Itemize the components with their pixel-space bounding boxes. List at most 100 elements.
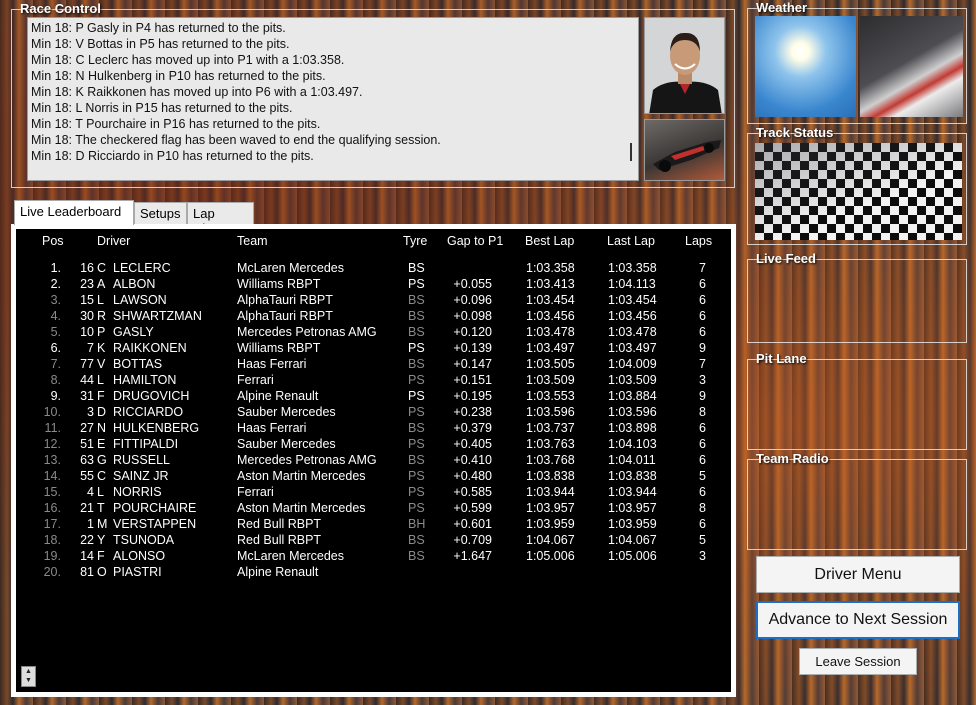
- row-last-lap: 1:03.884: [608, 389, 657, 403]
- row-position: 2.: [50, 277, 61, 291]
- row-last-lap: 1:03.596: [608, 405, 657, 419]
- row-driver-initial: P: [97, 325, 106, 339]
- row-laps: 6: [699, 421, 706, 435]
- row-tyre: BS: [408, 421, 425, 435]
- leaderboard-row[interactable]: 5. 10 P GASLY Mercedes Petronas AMG BS +0.120 1…: [16, 324, 731, 340]
- leaderboard-header: Pos Driver Team Tyre Gap to P1 Best Lap …: [16, 234, 731, 250]
- leaderboard-row[interactable]: 8. 44 L HAMILTON Ferrari PS +0.151 1:03.509 1:03…: [16, 372, 731, 388]
- team-radio-panel: Team Radio: [747, 451, 967, 550]
- row-driver-name: NORRIS: [113, 485, 162, 499]
- row-position: 8.: [50, 373, 61, 387]
- row-tyre: PS: [408, 389, 425, 403]
- spinner-up-icon[interactable]: ▲: [22, 667, 35, 676]
- row-laps: 6: [699, 453, 706, 467]
- leaderboard-row[interactable]: 4. 30 R SHWARTZMAN AlphaTauri RBPT BS +0.098 1:…: [16, 308, 731, 324]
- row-gap: +0.410: [453, 453, 492, 467]
- leaderboard-row[interactable]: 6. 7 K RAIKKONEN Williams RBPT PS +0.139 1:03.4…: [16, 340, 731, 356]
- row-last-lap: 1:03.838: [608, 469, 657, 483]
- leaderboard-row[interactable]: 19. 14 F ALONSO McLaren Mercedes BS +1.647 1:05…: [16, 548, 731, 564]
- row-position: 20.: [43, 565, 61, 579]
- leaderboard-row[interactable]: 9. 31 F DRUGOVICH Alpine Renault PS +0.195 1:03…: [16, 388, 731, 404]
- leaderboard-row[interactable]: 12. 51 E FITTIPALDI Sauber Mercedes PS +0.405 1…: [16, 436, 731, 452]
- row-driver-name: DRUGOVICH: [113, 389, 190, 403]
- race-message: Min 18: The checkered flag has been wave…: [31, 133, 441, 147]
- row-car-number: 16: [80, 261, 94, 275]
- row-last-lap: 1:03.497: [608, 341, 657, 355]
- row-driver-name: FITTIPALDI: [113, 437, 179, 451]
- leaderboard-row[interactable]: 3. 15 L LAWSON AlphaTauri RBPT BS +0.096 1:03.4…: [16, 292, 731, 308]
- advance-session-button[interactable]: Advance to Next Session: [756, 601, 960, 639]
- row-gap: +0.405: [453, 437, 492, 451]
- leaderboard-row[interactable]: 7. 77 V BOTTAS Haas Ferrari BS +0.147 1:03.505 1…: [16, 356, 731, 372]
- row-best-lap: 1:03.763: [526, 437, 575, 451]
- row-last-lap: 1:04.011: [608, 453, 656, 467]
- row-driver-initial: L: [97, 485, 104, 499]
- row-driver-initial: N: [97, 421, 107, 435]
- row-last-lap: 1:03.944: [608, 485, 657, 499]
- leaderboard-row[interactable]: 20. 81 O PIASTRI Alpine Renault: [16, 564, 731, 580]
- row-tyre: BS: [408, 357, 425, 371]
- row-position: 16.: [43, 501, 61, 515]
- race-control-title: Race Control: [20, 1, 101, 16]
- row-gap: +0.139: [453, 341, 492, 355]
- row-team: Mercedes Petronas AMG: [237, 325, 377, 339]
- row-gap: +0.238: [453, 405, 492, 419]
- row-last-lap: 1:05.006: [608, 549, 657, 563]
- row-laps: 7: [699, 261, 706, 275]
- row-driver-initial: M: [97, 517, 108, 531]
- header-driver: Driver: [97, 234, 131, 248]
- row-laps: 3: [699, 373, 706, 387]
- leaderboard-row[interactable]: 17. 1 M VERSTAPPEN Red Bull RBPT BH +0.601 1:03…: [16, 516, 731, 532]
- leaderboard-row[interactable]: 1. 16 C LECLERC McLaren Mercedes BS 1:03.358 1:…: [16, 260, 731, 276]
- scroll-spinner[interactable]: ▲ ▼: [21, 666, 36, 687]
- row-driver-initial: C: [97, 469, 107, 483]
- track-status-panel: Track Status: [747, 125, 967, 245]
- row-best-lap: 1:03.505: [526, 357, 575, 371]
- row-driver-initial: G: [97, 453, 107, 467]
- leaderboard-row[interactable]: 10. 3 D RICCIARDO Sauber Mercedes PS +0.238 1:0…: [16, 404, 731, 420]
- row-driver-name: LAWSON: [113, 293, 167, 307]
- row-driver-name: SAINZ JR: [113, 469, 169, 483]
- tab-live-leaderboard[interactable]: Live Leaderboard: [14, 200, 134, 225]
- row-laps: 9: [699, 389, 706, 403]
- row-tyre: PS: [408, 469, 425, 483]
- header-team: Team: [237, 234, 268, 248]
- row-gap: +0.120: [453, 325, 492, 339]
- leaderboard-row[interactable]: 2. 23 A ALBON Williams RBPT PS +0.055 1:03.413 1…: [16, 276, 731, 292]
- leaderboard-row[interactable]: 18. 22 Y TSUNODA Red Bull RBPT BS +0.709 1:04.0…: [16, 532, 731, 548]
- row-driver-name: SHWARTZMAN: [113, 309, 202, 323]
- row-tyre: BH: [408, 517, 426, 531]
- leaderboard-row[interactable]: 13. 63 G RUSSELL Mercedes Petronas AMG BS +0.4…: [16, 452, 731, 468]
- race-message: Min 18: T Pourchaire in P16 has returned…: [31, 117, 321, 131]
- tab-lap-chart[interactable]: Lap Chart: [187, 202, 254, 236]
- leaderboard-row[interactable]: 15. 4 L NORRIS Ferrari PS +0.585 1:03.944 1:03.9…: [16, 484, 731, 500]
- row-driver-initial: L: [97, 293, 104, 307]
- spinner-down-icon[interactable]: ▼: [22, 676, 35, 685]
- tab-setups[interactable]: Setups: [134, 202, 187, 224]
- race-control-log[interactable]: Min 18: P Gasly in P4 has returned to th…: [27, 17, 639, 181]
- leaderboard-row[interactable]: 16. 21 T POURCHAIRE Aston Martin Mercedes PS +…: [16, 500, 731, 516]
- leaderboard-row[interactable]: 14. 55 C SAINZ JR Aston Martin Mercedes PS +0.…: [16, 468, 731, 484]
- row-team: McLaren Mercedes: [237, 549, 344, 563]
- row-laps: 6: [699, 277, 706, 291]
- driver-menu-button[interactable]: Driver Menu: [756, 556, 960, 593]
- leaderboard-row[interactable]: 11. 27 N HULKENBERG Haas Ferrari BS +0.379 1:03…: [16, 420, 731, 436]
- row-car-number: 3: [87, 405, 94, 419]
- row-laps: 6: [699, 293, 706, 307]
- row-laps: 3: [699, 549, 706, 563]
- row-laps: 6: [699, 309, 706, 323]
- row-car-number: 15: [80, 293, 94, 307]
- leave-session-button[interactable]: Leave Session: [799, 648, 917, 675]
- row-tyre: PS: [408, 405, 425, 419]
- row-car-number: 22: [80, 533, 94, 547]
- log-scrollbar[interactable]: [630, 143, 632, 161]
- row-driver-name: PIASTRI: [113, 565, 162, 579]
- row-last-lap: 1:03.509: [608, 373, 657, 387]
- row-driver-name: TSUNODA: [113, 533, 175, 547]
- row-best-lap: 1:03.944: [526, 485, 575, 499]
- row-last-lap: 1:04.103: [608, 437, 657, 451]
- row-car-number: 1: [87, 517, 94, 531]
- row-best-lap: 1:03.838: [526, 469, 575, 483]
- race-message: Min 18: L Norris in P15 has returned to …: [31, 101, 293, 115]
- pit-lane-panel: Pit Lane: [747, 351, 967, 450]
